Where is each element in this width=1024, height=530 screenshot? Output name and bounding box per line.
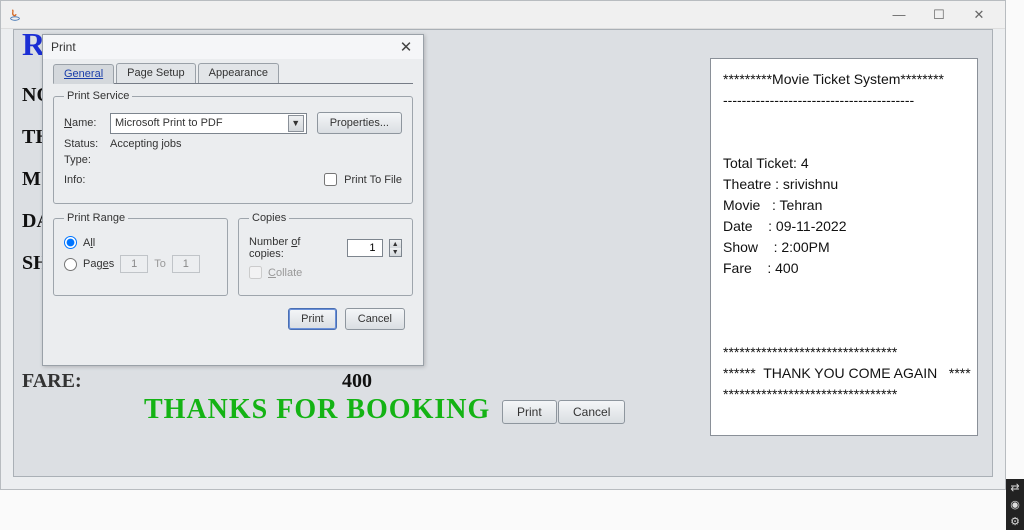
- copies-legend: Copies: [249, 212, 289, 224]
- summary-date-label: Date :: [723, 218, 772, 234]
- summary-fare-label: Fare :: [723, 260, 771, 276]
- properties-button[interactable]: Properties...: [317, 112, 402, 134]
- info-label: Info:: [64, 174, 110, 186]
- summary-theatre-label: Theatre :: [723, 176, 779, 192]
- copies-number-label: Number of copies:: [249, 236, 335, 260]
- summary-movie-label: Movie :: [723, 197, 776, 213]
- tab-page-setup[interactable]: Page Setup: [116, 63, 196, 83]
- pages-from-input[interactable]: [120, 255, 148, 273]
- copies-fieldset: Copies Number of copies: ▲ ▼ Collate: [238, 212, 413, 296]
- print-range-legend: Print Range: [64, 212, 128, 224]
- titlebar: — ☐ ✕: [1, 1, 1005, 29]
- summary-thank: ****** THANK YOU COME AGAIN ****: [723, 365, 971, 381]
- print-range-fieldset: Print Range All Pages To: [53, 212, 228, 296]
- summary-stars2: ********************************: [723, 386, 897, 402]
- range-all-label: All: [83, 237, 95, 249]
- minimize-button[interactable]: —: [879, 3, 919, 27]
- tool-icon-1[interactable]: ⇄: [1010, 481, 1019, 494]
- dialog-titlebar: Print ✕: [43, 35, 423, 59]
- chevron-down-icon: ▼: [288, 115, 304, 132]
- fare-value: 400: [342, 370, 372, 393]
- summary-show: 2:00PM: [781, 239, 829, 255]
- tab-general[interactable]: General: [53, 64, 114, 84]
- collate-checkbox: [249, 266, 262, 279]
- printer-selected: Microsoft Print to PDF: [115, 117, 223, 129]
- print-dialog: Print ✕ General Page Setup Appearance Pr…: [42, 34, 424, 366]
- name-label: Name:: [64, 117, 110, 129]
- print-service-legend: Print Service: [64, 90, 132, 102]
- copies-spinner[interactable]: ▲ ▼: [389, 239, 403, 257]
- dialog-print-button[interactable]: Print: [288, 308, 337, 330]
- summary-fare: 400: [775, 260, 798, 276]
- status-label: Status:: [64, 138, 110, 150]
- range-all-radio[interactable]: [64, 236, 77, 249]
- summary-total: 4: [801, 155, 809, 171]
- cancel-button[interactable]: Cancel: [558, 400, 625, 424]
- maximize-button[interactable]: ☐: [919, 3, 959, 27]
- pages-to-label: To: [154, 258, 166, 270]
- thanks-text: THANKS FOR BOOKING: [144, 394, 490, 426]
- range-pages-radio[interactable]: [64, 258, 77, 271]
- label-fare: FARE:: [22, 370, 82, 393]
- summary-divider: ----------------------------------------…: [723, 92, 914, 108]
- copies-number-input[interactable]: [347, 239, 383, 257]
- gear-icon[interactable]: ⚙: [1010, 515, 1020, 528]
- printer-combo[interactable]: Microsoft Print to PDF ▼: [110, 113, 307, 134]
- summary-header: *********Movie Ticket System********: [723, 71, 944, 87]
- print-button[interactable]: Print: [502, 400, 557, 424]
- summary-theatre: srivishnu: [783, 176, 838, 192]
- print-to-file-checkbox[interactable]: [324, 173, 337, 186]
- print-to-file-label: Print To File: [344, 174, 402, 186]
- dialog-tabs: General Page Setup Appearance: [53, 63, 413, 84]
- summary-show-label: Show :: [723, 239, 777, 255]
- dialog-close-button[interactable]: ✕: [397, 38, 415, 56]
- range-pages-label: Pages: [83, 258, 114, 270]
- side-tool-panel: ⇄ ◉ ⚙: [1006, 479, 1024, 530]
- spinner-up-icon: ▲: [390, 240, 402, 248]
- print-service-fieldset: Print Service Name: Microsoft Print to P…: [53, 90, 413, 204]
- close-button[interactable]: ✕: [959, 3, 999, 27]
- tab-appearance[interactable]: Appearance: [198, 63, 279, 83]
- status-value: Accepting jobs: [110, 138, 182, 150]
- type-label: Type:: [64, 154, 110, 166]
- receipt-summary: *********Movie Ticket System******** ---…: [710, 58, 978, 436]
- pages-to-input[interactable]: [172, 255, 200, 273]
- summary-movie: Tehran: [780, 197, 823, 213]
- summary-stars1: ********************************: [723, 344, 897, 360]
- dialog-cancel-button[interactable]: Cancel: [345, 308, 405, 330]
- dialog-title: Print: [51, 40, 76, 54]
- spinner-down-icon: ▼: [390, 248, 402, 256]
- camera-icon[interactable]: ◉: [1010, 498, 1020, 511]
- java-icon: [7, 7, 23, 23]
- summary-total-label: Total Ticket:: [723, 155, 797, 171]
- collate-label: Collate: [268, 267, 302, 279]
- summary-date: 09-11-2022: [776, 218, 847, 234]
